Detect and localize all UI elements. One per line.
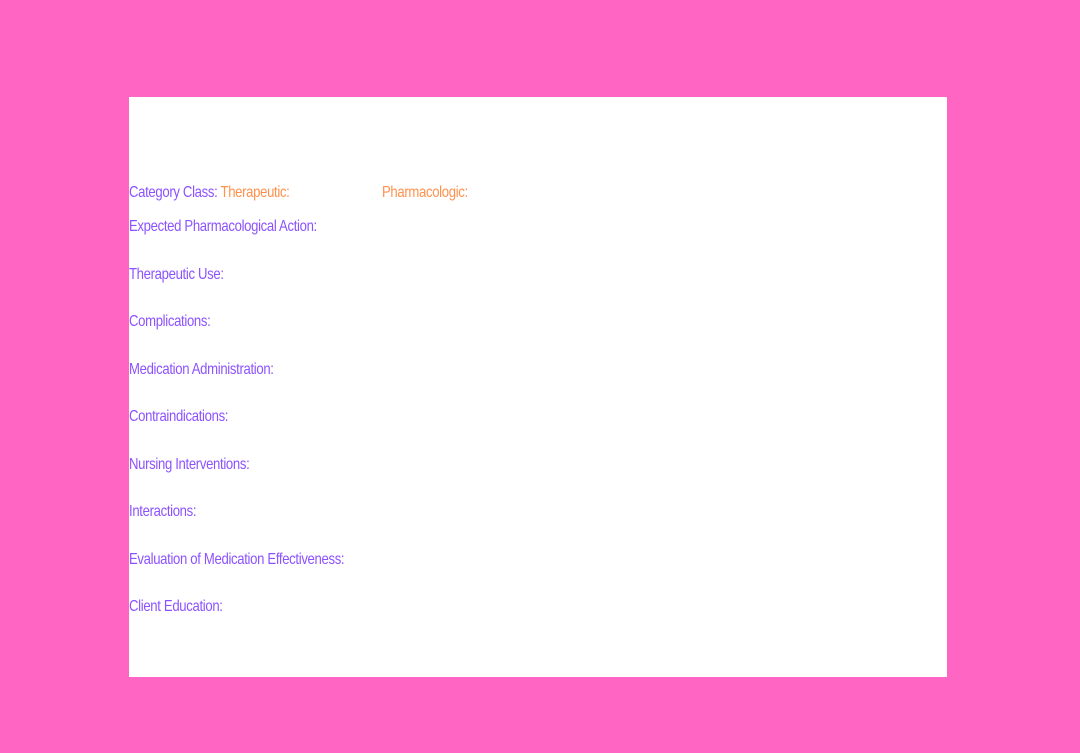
pharmacologic-label: Pharmacologic: [382,184,468,201]
contraindications-label: Contraindications: [129,408,229,425]
interactions-label: Interactions: [129,503,197,520]
pharmacologic-row: Pharmacologic: [382,185,468,201]
category-class-label: Category Class: [129,184,218,201]
expected-action-label: Expected Pharmacological Action: [129,218,317,235]
medication-template-card: Category Class: Therapeutic: Pharmacolog… [129,97,947,677]
complications-label: Complications: [129,313,211,330]
category-class-row: Category Class: Therapeutic: [129,185,290,201]
nursing-interventions-label: Nursing Interventions: [129,456,250,473]
evaluation-label: Evaluation of Medication Effectiveness: [129,551,345,568]
therapeutic-label: Therapeutic: [220,184,290,201]
therapeutic-use-label: Therapeutic Use: [129,266,224,283]
client-education-label: Client Education: [129,598,223,615]
medication-administration-label: Medication Administration: [129,361,274,378]
